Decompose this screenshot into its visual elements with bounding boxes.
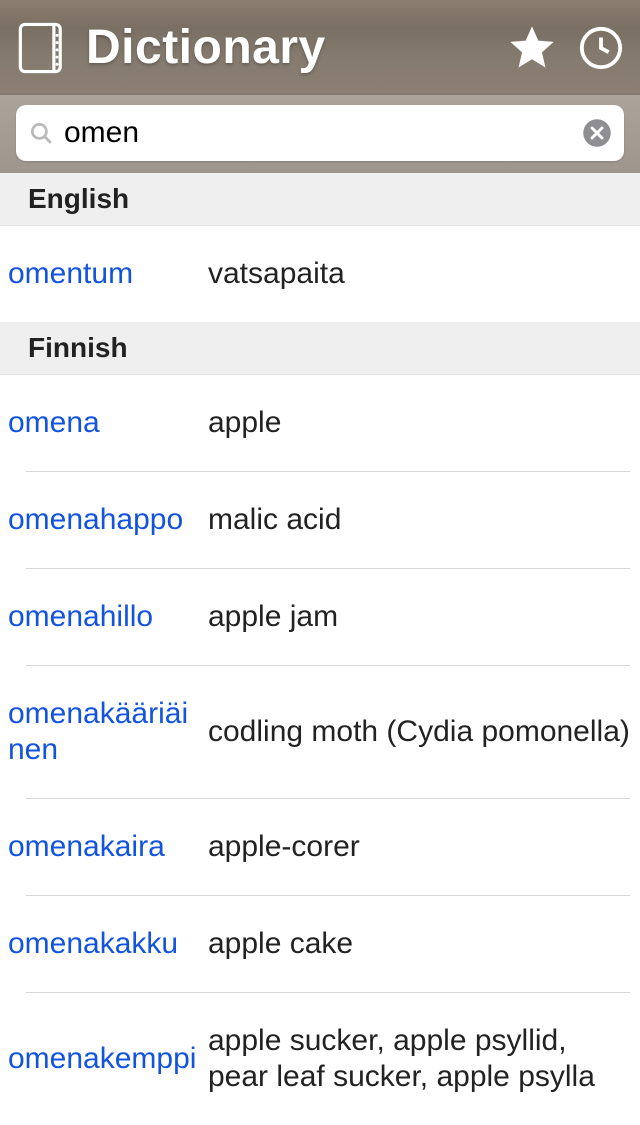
section-header-finnish: Finnish bbox=[0, 322, 640, 375]
app-header: Dictionary bbox=[0, 0, 640, 95]
book-icon bbox=[14, 19, 72, 77]
search-bar bbox=[0, 95, 640, 173]
search-input[interactable] bbox=[64, 116, 572, 150]
history-clock-icon[interactable] bbox=[578, 25, 624, 71]
result-row[interactable]: omenakakkuapple cake bbox=[0, 896, 640, 992]
result-row[interactable]: omenakairaapple-corer bbox=[0, 799, 640, 895]
term[interactable]: omentum bbox=[8, 256, 202, 292]
search-box[interactable] bbox=[16, 105, 624, 161]
section-english: omentumvatsapaita bbox=[0, 226, 640, 322]
definition: malic acid bbox=[208, 502, 640, 538]
results-list: EnglishomentumvatsapaitaFinnishomenaappl… bbox=[0, 173, 640, 1125]
definition: codling moth (Cydia pomonella) bbox=[208, 714, 640, 750]
result-row[interactable]: omentumvatsapaita bbox=[0, 226, 640, 322]
definition: vatsapaita bbox=[208, 256, 640, 292]
result-row[interactable]: omenakääriäinencodling moth (Cydia pomon… bbox=[0, 666, 640, 798]
app-title: Dictionary bbox=[86, 20, 492, 75]
term[interactable]: omenahillo bbox=[8, 599, 202, 635]
result-row[interactable]: omenahilloapple jam bbox=[0, 569, 640, 665]
result-row[interactable]: omenaapple bbox=[0, 375, 640, 471]
definition: apple bbox=[208, 405, 640, 441]
definition: apple cake bbox=[208, 926, 640, 962]
favorites-star-icon[interactable] bbox=[506, 22, 558, 74]
definition: apple sucker, apple psyllid, pear leaf s… bbox=[208, 1023, 640, 1095]
term[interactable]: omena bbox=[8, 405, 202, 441]
search-icon bbox=[28, 120, 54, 146]
result-row[interactable]: omenahappomalic acid bbox=[0, 472, 640, 568]
term[interactable]: omenakemppi bbox=[8, 1041, 202, 1077]
section-header-english: English bbox=[0, 173, 640, 226]
term[interactable]: omenakaira bbox=[8, 829, 202, 865]
term[interactable]: omenahappo bbox=[8, 502, 202, 538]
term[interactable]: omenakakku bbox=[8, 926, 202, 962]
result-row[interactable]: omenakemppiapple sucker, apple psyllid, … bbox=[0, 993, 640, 1125]
term[interactable]: omenakääriäinen bbox=[8, 696, 202, 768]
definition: apple jam bbox=[208, 599, 640, 635]
section-finnish: omenaappleomenahappomalic acidomenahillo… bbox=[0, 375, 640, 1125]
clear-search-icon[interactable] bbox=[582, 118, 612, 148]
definition: apple-corer bbox=[208, 829, 640, 865]
